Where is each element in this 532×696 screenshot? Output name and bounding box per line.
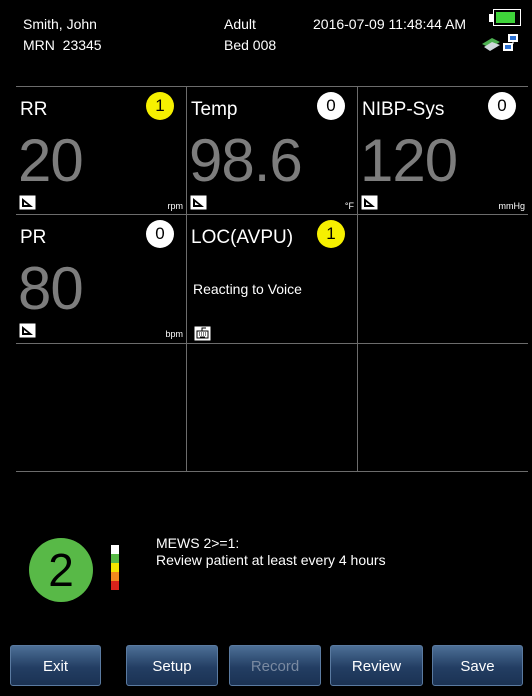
loc-tile[interactable]: LOC(AVPU) 1 Reacting to Voice (187, 215, 358, 344)
nibp-score-badge: 0 (488, 92, 516, 120)
pr-unit: bpm (165, 329, 183, 339)
trend-icon[interactable] (190, 195, 207, 210)
empty-tile (187, 344, 358, 472)
trend-icon[interactable] (361, 195, 378, 210)
pr-tile[interactable]: PR 0 80 bpm (16, 215, 187, 344)
date-time: 2016-07-09 11:48:44 AM (313, 16, 467, 32)
temp-label: Temp (191, 99, 238, 120)
loc-label: LOC(AVPU) (191, 227, 294, 248)
pr-value: 80 (18, 255, 84, 322)
rr-score-badge: 1 (146, 92, 174, 120)
review-button[interactable]: Review (330, 645, 423, 686)
mews-level-bar-icon (111, 545, 119, 590)
patient-type: Adult (224, 16, 256, 32)
rr-value: 20 (18, 127, 84, 194)
nibp-tile[interactable]: NIBP-Sys 0 120 mmHg (358, 87, 528, 215)
mews-message: MEWS 2>=1: Review patient at least every… (156, 535, 386, 569)
mews-score-circle: 2 (29, 538, 93, 602)
trend-icon[interactable] (19, 195, 36, 210)
loc-value: Reacting to Voice (193, 281, 302, 297)
temp-unit: °F (344, 201, 354, 211)
patient-mrn: MRN 23345 (23, 37, 102, 53)
exit-button[interactable]: Exit (10, 645, 101, 686)
patient-header: Smith, John MRN 23345 Adult Bed 008 2016… (0, 0, 532, 66)
rr-tile[interactable]: RR 1 20 rpm (16, 87, 187, 215)
rr-label: RR (20, 99, 48, 120)
record-button[interactable]: Record (229, 645, 321, 686)
mews-rule: MEWS 2>=1: (156, 535, 240, 551)
loc-score-badge: 1 (317, 220, 345, 248)
mews-recommendation: Review patient at least every 4 hours (156, 552, 386, 568)
bed-number: Bed 008 (224, 37, 277, 53)
temp-value: 98.6 (189, 127, 303, 194)
temp-tile[interactable]: Temp 0 98.6 °F (187, 87, 358, 215)
temp-score-badge: 0 (317, 92, 345, 120)
keyboard-icon[interactable] (194, 326, 211, 341)
setup-button[interactable]: Setup (126, 645, 218, 686)
empty-tile (16, 344, 187, 472)
nibp-value: 120 (360, 127, 458, 194)
network-icon (482, 34, 518, 51)
empty-tile (358, 344, 528, 472)
patient-name: Smith, John (23, 16, 97, 32)
empty-tile (358, 215, 528, 344)
vitals-grid: RR 1 20 rpm Temp 0 98.6 °F NIBP-Sys 0 12… (16, 86, 528, 472)
pr-score-badge: 0 (146, 220, 174, 248)
rr-unit: rpm (167, 201, 184, 211)
save-button[interactable]: Save (432, 645, 523, 686)
nibp-label: NIBP-Sys (362, 99, 445, 120)
pr-label: PR (20, 227, 47, 248)
battery-icon (489, 9, 521, 26)
nibp-unit: mmHg (498, 201, 526, 211)
trend-icon[interactable] (19, 323, 36, 338)
